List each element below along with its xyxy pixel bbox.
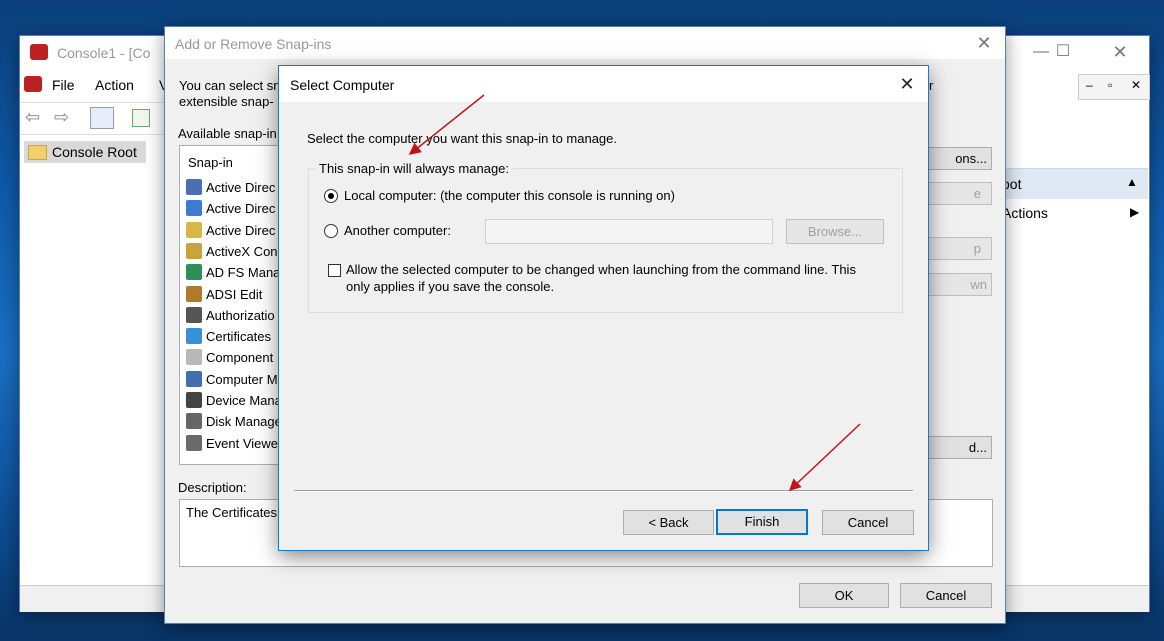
annotation-arrows	[408, 94, 861, 492]
arrow-to-instruction	[408, 94, 485, 155]
arrow-to-finish	[788, 423, 861, 492]
